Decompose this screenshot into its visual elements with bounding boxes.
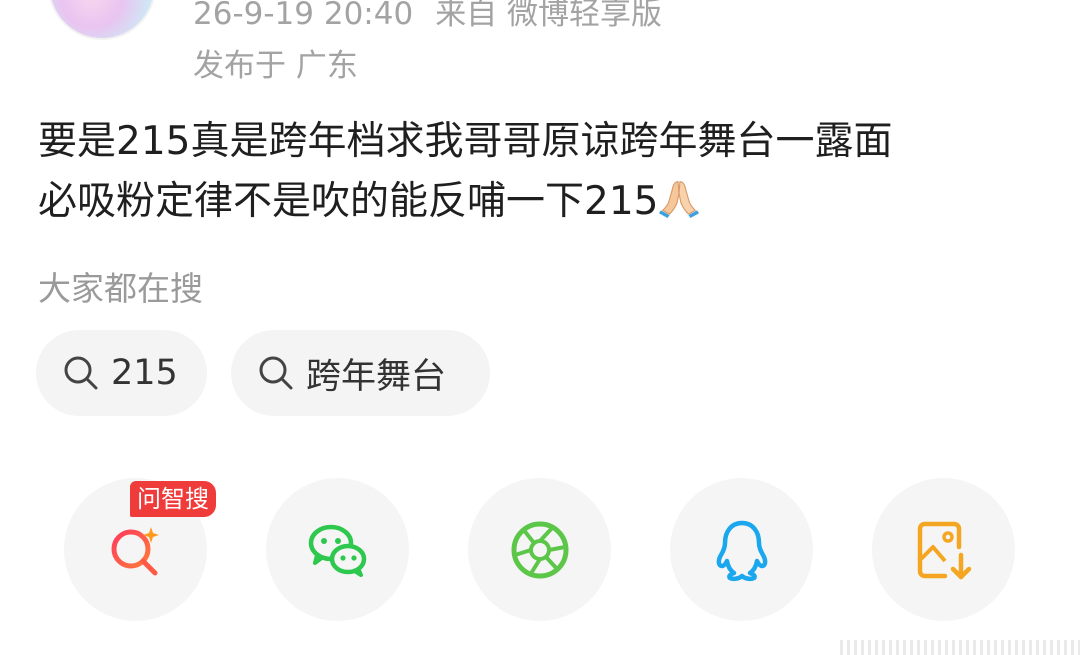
search-suggestion-215[interactable]: 215 — [36, 330, 207, 416]
post-location: 发布于 广东 — [193, 48, 358, 84]
search-suggestion-kuanian-wutai[interactable]: 跨年舞台 — [231, 330, 490, 416]
ai-search-icon — [111, 526, 159, 575]
post-source[interactable]: 来自 微博轻享版 — [435, 0, 662, 32]
scroll-indicator — [840, 640, 1080, 655]
search-icon — [64, 356, 98, 390]
save-image-icon — [917, 521, 971, 579]
search-suggestion-label: 215 — [111, 353, 178, 393]
wechat-icon — [308, 524, 366, 577]
camera-shutter-icon — [511, 521, 568, 578]
avatar[interactable] — [48, 0, 156, 40]
post-text-line-2-content: 必吸粉定律不是吹的能反哺一下215 — [38, 179, 659, 224]
qq-penguin-icon — [716, 520, 767, 581]
post-timestamp: 26-9-19 20:40 — [193, 0, 414, 32]
wechat-share-button[interactable] — [266, 478, 409, 621]
wenzhisou-badge: 问智搜 — [130, 481, 216, 517]
qq-share-button[interactable] — [670, 478, 813, 621]
folded-hands-icon — [659, 181, 700, 218]
save-image-button[interactable] — [872, 478, 1015, 621]
search-icon — [259, 356, 293, 390]
post-text: 要是215真是跨年档求我哥哥原谅跨年舞台一露面 必吸粉定律不是吹的能反哺一下21… — [38, 112, 1048, 232]
post-meta: 26-9-19 20:40 来自 微博轻享版 — [193, 0, 662, 33]
post-detail-page: 26-9-19 20:40 来自 微博轻享版 发布于 广东 要是215真是跨年档求… — [0, 0, 1080, 655]
search-section-heading: 大家都在搜 — [38, 269, 203, 308]
moments-share-button[interactable] — [468, 478, 611, 621]
post-text-line-2: 必吸粉定律不是吹的能反哺一下215 — [38, 172, 1048, 232]
post-text-line-1: 要是215真是跨年档求我哥哥原谅跨年舞台一露面 — [38, 119, 893, 164]
search-suggestion-label: 跨年舞台 — [306, 356, 447, 397]
